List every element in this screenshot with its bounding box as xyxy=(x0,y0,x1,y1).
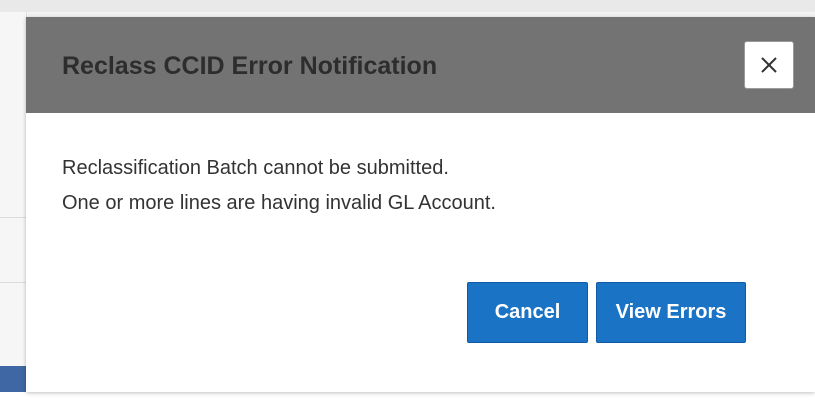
message-line-1: Reclassification Batch cannot be submitt… xyxy=(62,157,449,179)
dialog-message: Reclassification Batch cannot be submitt… xyxy=(62,151,496,221)
close-button[interactable] xyxy=(744,41,794,89)
background-top-stripe xyxy=(0,0,815,12)
close-icon xyxy=(761,57,777,73)
page-backdrop: Reclass CCID Error Notification Reclassi… xyxy=(0,0,815,401)
background-bottom-strip xyxy=(0,392,815,401)
view-errors-button[interactable]: View Errors xyxy=(596,282,746,343)
cancel-button[interactable]: Cancel xyxy=(467,282,588,343)
background-divider xyxy=(0,217,26,218)
message-line-2: One or more lines are having invalid GL … xyxy=(62,192,496,214)
background-divider xyxy=(0,282,26,283)
background-left-column xyxy=(0,12,27,367)
dialog-title: Reclass CCID Error Notification xyxy=(62,52,438,80)
dialog-header: Reclass CCID Error Notification xyxy=(26,17,815,113)
error-dialog: Reclass CCID Error Notification Reclassi… xyxy=(26,17,815,392)
